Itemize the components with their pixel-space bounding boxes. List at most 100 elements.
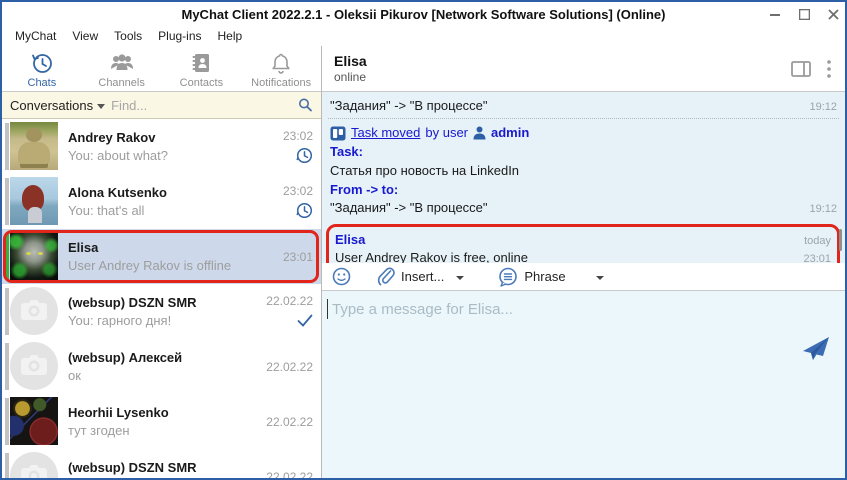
conversation-name: Heorhii Lysenko bbox=[68, 405, 249, 420]
avatar-camera-placeholder bbox=[10, 452, 58, 478]
maximize-button[interactable] bbox=[799, 9, 810, 20]
avatar-camera-placeholder bbox=[10, 287, 58, 335]
presence-strip bbox=[5, 453, 9, 478]
conversation-name: Andrey Rakov bbox=[68, 130, 249, 145]
compose-toolbar: Insert... Phrase bbox=[322, 263, 845, 291]
paperclip-icon bbox=[377, 267, 395, 286]
send-button[interactable] bbox=[801, 335, 831, 363]
text-cursor bbox=[327, 299, 328, 319]
caret-down-icon bbox=[596, 276, 604, 280]
user-icon bbox=[473, 126, 486, 140]
conversation-name: (websup) DSZN SMR bbox=[68, 295, 249, 310]
message-time: 19:12 bbox=[809, 202, 837, 218]
tab-channels-label: Channels bbox=[98, 77, 144, 89]
conversation-preview: ок bbox=[68, 368, 249, 383]
tab-chats-label: Chats bbox=[28, 77, 57, 89]
tab-notifications[interactable]: Notifications bbox=[241, 46, 321, 91]
avatar bbox=[10, 177, 58, 225]
presence-strip bbox=[5, 123, 9, 170]
minimize-button[interactable] bbox=[770, 9, 781, 20]
insert-button[interactable]: Insert... bbox=[377, 267, 468, 286]
avatar bbox=[10, 397, 58, 445]
conversation-time: 22.02.22 bbox=[266, 470, 313, 479]
conversations-filter-dropdown[interactable]: Conversations bbox=[10, 98, 105, 113]
message-input-area[interactable]: Type a message for Elisa... bbox=[322, 291, 845, 478]
task-by-text: by user bbox=[425, 124, 468, 143]
conversation-preview: You: that's all bbox=[68, 203, 249, 218]
highlighted-message-group: Elisa today User Andrey Rakov is free, o… bbox=[326, 224, 840, 263]
menu-tools[interactable]: Tools bbox=[107, 27, 149, 45]
menu-plugins[interactable]: Plug-ins bbox=[151, 27, 208, 45]
pending-clock-icon bbox=[296, 146, 313, 164]
presence-strip bbox=[5, 343, 9, 390]
message-separator bbox=[328, 118, 839, 119]
conversation-time: 23:01 bbox=[283, 250, 313, 264]
pending-clock-icon bbox=[296, 201, 313, 219]
phrase-label: Phrase bbox=[524, 269, 565, 284]
conversation-item-elisa[interactable]: Elisa User Andrey Rakov is offline 23:01 bbox=[2, 229, 321, 284]
presence-strip bbox=[5, 288, 9, 335]
app-window: MyChat Client 2022.2.1 - Oleksii Pikurov… bbox=[0, 0, 847, 480]
message-input-placeholder: Type a message for Elisa... bbox=[332, 301, 513, 318]
tab-channels[interactable]: Channels bbox=[82, 46, 162, 91]
kebab-menu-icon[interactable] bbox=[827, 60, 831, 78]
message-time: 23:01 bbox=[803, 253, 831, 263]
conversation-item-alona-kutsenko[interactable]: Alona Kutsenko You: that's all 23:02 bbox=[2, 174, 321, 229]
delivered-check-icon bbox=[297, 311, 313, 329]
message-prev-partial: "Задания" -> "В процессе" 19:12 bbox=[326, 96, 841, 115]
menu-mychat[interactable]: MyChat bbox=[8, 27, 63, 45]
people-group-icon bbox=[109, 51, 135, 75]
tab-contacts-label: Contacts bbox=[180, 77, 223, 89]
message-history[interactable]: "Задания" -> "В процессе" 19:12 Task mov… bbox=[322, 92, 845, 263]
message-task-moved: Task moved by user admin Task: Статья пр… bbox=[326, 122, 841, 220]
conversation-item-heorhii-lysenko[interactable]: Heorhii Lysenko тут згоден 22.02.22 bbox=[2, 394, 321, 449]
status-message-text: User Andrey Rakov is free, online bbox=[335, 250, 795, 263]
conversation-item-dszn-smr-2[interactable]: (websup) DSZN SMR інформації* 22.02.22 bbox=[2, 449, 321, 478]
menu-view[interactable]: View bbox=[65, 27, 105, 45]
window-title: MyChat Client 2022.2.1 - Oleksii Pikurov… bbox=[182, 7, 666, 22]
scrollbar-thumb[interactable] bbox=[839, 229, 842, 251]
phrase-bubble-icon bbox=[498, 267, 518, 287]
title-bar: MyChat Client 2022.2.1 - Oleksii Pikurov… bbox=[2, 2, 845, 26]
status-message: User Andrey Rakov is free, online 23:01 bbox=[333, 248, 833, 263]
tab-chats[interactable]: Chats bbox=[2, 46, 82, 91]
message-text: "Задания" -> "В процессе" bbox=[330, 98, 801, 113]
search-input[interactable] bbox=[111, 98, 291, 113]
conversation-time: 22.02.22 bbox=[266, 360, 313, 374]
conversation-name: (websup) DSZN SMR bbox=[68, 460, 249, 475]
chat-title: Elisa bbox=[334, 53, 791, 69]
split-view-icon[interactable] bbox=[791, 61, 811, 77]
conversation-item-aleksey[interactable]: (websup) Алексей ок 22.02.22 bbox=[2, 339, 321, 394]
phrase-button[interactable]: Phrase bbox=[498, 267, 607, 287]
task-fromto-label: From -> to: bbox=[330, 181, 837, 200]
conversation-preview: You: гарного дня! bbox=[68, 313, 249, 328]
conversation-item-andrey-rakov[interactable]: Andrey Rakov You: about what? 23:02 bbox=[2, 119, 321, 174]
conversation-item-dszn-smr-1[interactable]: (websup) DSZN SMR You: гарного дня! 22.0… bbox=[2, 284, 321, 339]
task-text: Статья про новость на LinkedIn bbox=[330, 162, 837, 181]
menu-help[interactable]: Help bbox=[211, 27, 250, 45]
avatar-camera-placeholder bbox=[10, 342, 58, 390]
tab-contacts[interactable]: Contacts bbox=[162, 46, 242, 91]
history-clock-icon bbox=[30, 51, 54, 75]
conversation-time: 22.02.22 bbox=[266, 294, 313, 308]
chat-status: online bbox=[334, 70, 791, 84]
task-label: Task: bbox=[330, 143, 837, 162]
conversation-time: 22.02.22 bbox=[266, 415, 313, 429]
sidebar: Chats Channels Contacts bbox=[2, 46, 322, 478]
chat-panel: Elisa online "Задания" -> "В процессе" 1… bbox=[322, 46, 845, 478]
conversation-time: 23:02 bbox=[283, 129, 313, 143]
task-fromto-text: "Задания" -> "В процессе" bbox=[330, 199, 801, 218]
conversation-name: Elisa bbox=[68, 240, 249, 255]
task-moved-link[interactable]: Task moved bbox=[351, 124, 420, 143]
address-book-icon bbox=[189, 51, 213, 75]
emoji-icon[interactable] bbox=[332, 267, 351, 286]
insert-label: Insert... bbox=[401, 269, 444, 284]
search-icon[interactable] bbox=[297, 97, 313, 113]
conversations-filter-label: Conversations bbox=[10, 98, 93, 113]
menu-bar: MyChat View Tools Plug-ins Help bbox=[2, 26, 845, 46]
presence-strip bbox=[5, 178, 9, 225]
conversation-name: Alona Kutsenko bbox=[68, 185, 249, 200]
presence-strip bbox=[5, 398, 9, 445]
close-button[interactable] bbox=[828, 9, 839, 20]
conversation-preview: User Andrey Rakov is offline bbox=[68, 258, 249, 273]
